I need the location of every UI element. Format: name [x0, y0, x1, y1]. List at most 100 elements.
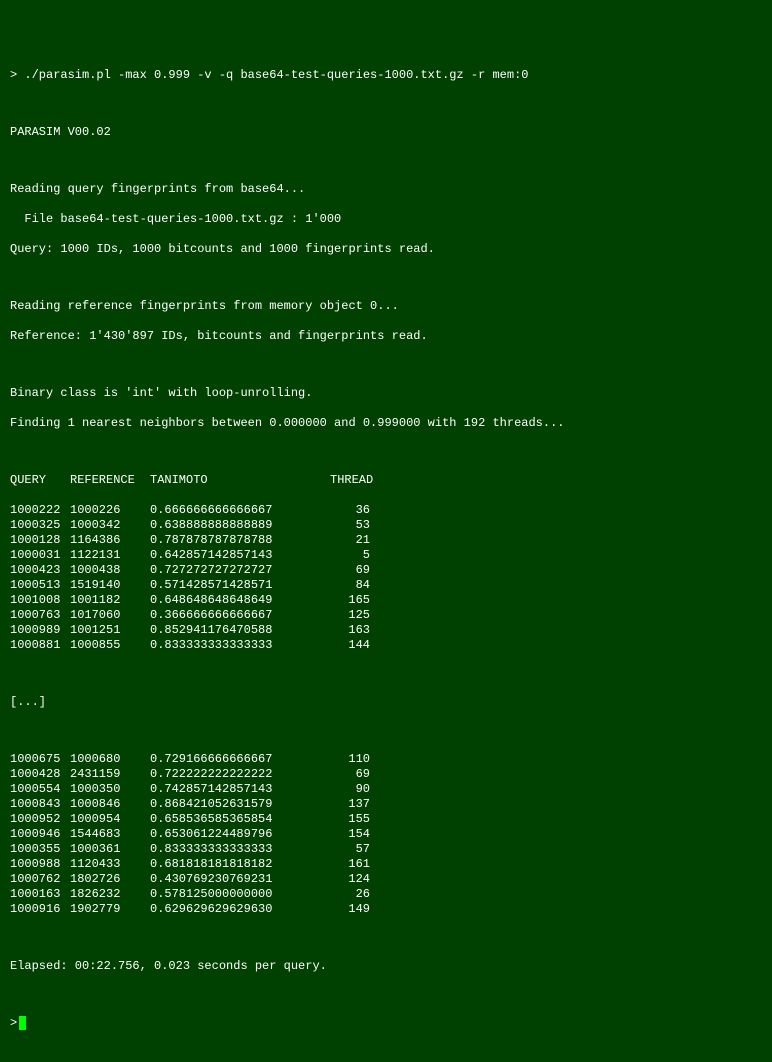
col-thread: THREAD — [330, 473, 370, 488]
cell-reference: 1519140 — [70, 578, 150, 593]
cell-thread: 137 — [330, 797, 370, 812]
status-line: Reading query fingerprints from base64..… — [10, 182, 762, 197]
cell-reference: 1000846 — [70, 797, 150, 812]
cell-reference: 1000438 — [70, 563, 150, 578]
cell-tanimoto: 0.727272727272727 — [150, 563, 330, 578]
table-body-2: 100067510006800.729166666666667110100042… — [10, 752, 762, 917]
cell-tanimoto: 0.578125000000000 — [150, 887, 330, 902]
cell-reference: 1000954 — [70, 812, 150, 827]
command-line: > ./parasim.pl -max 0.999 -v -q base64-t… — [10, 68, 762, 83]
cell-reference: 1000680 — [70, 752, 150, 767]
col-query: QUERY — [10, 473, 70, 488]
cell-tanimoto: 0.742857142857143 — [150, 782, 330, 797]
cell-thread: 161 — [330, 857, 370, 872]
cell-query: 1000163 — [10, 887, 70, 902]
table-row: 100091619027790.629629629629630149 — [10, 902, 762, 917]
cell-tanimoto: 0.833333333333333 — [150, 638, 330, 653]
cell-query: 1000128 — [10, 533, 70, 548]
cell-query: 1000428 — [10, 767, 70, 782]
table-row: 100076218027260.430769230769231124 — [10, 872, 762, 887]
cell-tanimoto: 0.658536585365854 — [150, 812, 330, 827]
cell-thread: 149 — [330, 902, 370, 917]
table-row: 100098910012510.852941176470588163 — [10, 623, 762, 638]
ellipsis: [...] — [10, 695, 762, 710]
cell-tanimoto: 0.681818181818182 — [150, 857, 330, 872]
table-row: 100100810011820.648648648648649165 — [10, 593, 762, 608]
cell-query: 1000988 — [10, 857, 70, 872]
cell-reference: 1000361 — [70, 842, 150, 857]
cell-query: 1000843 — [10, 797, 70, 812]
table-row: 100076310170600.366666666666667125 — [10, 608, 762, 623]
cell-reference: 1826232 — [70, 887, 150, 902]
cell-query: 1000513 — [10, 578, 70, 593]
table-row: 100003111221310.6428571428571435 — [10, 548, 762, 563]
cell-thread: 84 — [330, 578, 370, 593]
table-row: 100051315191400.57142857142857184 — [10, 578, 762, 593]
cell-thread: 90 — [330, 782, 370, 797]
cell-tanimoto: 0.430769230769231 — [150, 872, 330, 887]
cell-query: 1000763 — [10, 608, 70, 623]
cell-thread: 26 — [330, 887, 370, 902]
cell-tanimoto: 0.722222222222222 — [150, 767, 330, 782]
cell-tanimoto: 0.629629629629630 — [150, 902, 330, 917]
table-row: 100055410003500.74285714285714390 — [10, 782, 762, 797]
status-line: Reading reference fingerprints from memo… — [10, 299, 762, 314]
prompt[interactable]: > — [10, 1016, 26, 1030]
prompt-char: > — [10, 1016, 17, 1030]
cell-query: 1000989 — [10, 623, 70, 638]
status-line: Binary class is 'int' with loop-unrollin… — [10, 386, 762, 401]
cell-query: 1000946 — [10, 827, 70, 842]
cell-reference: 1000855 — [70, 638, 150, 653]
status-line: Finding 1 nearest neighbors between 0.00… — [10, 416, 762, 431]
cell-query: 1000675 — [10, 752, 70, 767]
version-line: PARASIM V00.02 — [10, 125, 762, 140]
cell-query: 1000031 — [10, 548, 70, 563]
table-row: 100095210009540.658536585365854155 — [10, 812, 762, 827]
cell-thread: 57 — [330, 842, 370, 857]
cell-reference: 1544683 — [70, 827, 150, 842]
table-row: 100022210002260.66666666666666736 — [10, 503, 762, 518]
cell-thread: 163 — [330, 623, 370, 638]
cell-reference: 1122131 — [70, 548, 150, 563]
cell-thread: 165 — [330, 593, 370, 608]
cell-thread: 69 — [330, 563, 370, 578]
cell-tanimoto: 0.653061224489796 — [150, 827, 330, 842]
cell-tanimoto: 0.648648648648649 — [150, 593, 330, 608]
cell-reference: 1000350 — [70, 782, 150, 797]
status-line: Query: 1000 IDs, 1000 bitcounts and 1000… — [10, 242, 762, 257]
status-line: Reference: 1'430'897 IDs, bitcounts and … — [10, 329, 762, 344]
cell-thread: 155 — [330, 812, 370, 827]
cell-reference: 1902779 — [70, 902, 150, 917]
table-row: 100098811204330.681818181818182161 — [10, 857, 762, 872]
cell-reference: 1000226 — [70, 503, 150, 518]
cell-query: 1000952 — [10, 812, 70, 827]
cell-thread: 124 — [330, 872, 370, 887]
table-row: 100042310004380.72727272727272769 — [10, 563, 762, 578]
cell-tanimoto: 0.571428571428571 — [150, 578, 330, 593]
cell-query: 1000762 — [10, 872, 70, 887]
table-row: 100012811643860.78787878787878821 — [10, 533, 762, 548]
cell-thread: 144 — [330, 638, 370, 653]
cell-thread: 5 — [330, 548, 370, 563]
cell-tanimoto: 0.366666666666667 — [150, 608, 330, 623]
cell-reference: 2431159 — [70, 767, 150, 782]
cell-tanimoto: 0.642857142857143 — [150, 548, 330, 563]
cell-thread: 154 — [330, 827, 370, 842]
table-row: 100067510006800.729166666666667110 — [10, 752, 762, 767]
table-row: 100094615446830.653061224489796154 — [10, 827, 762, 842]
cursor-icon — [19, 1016, 26, 1030]
cell-query: 1000423 — [10, 563, 70, 578]
cell-thread: 21 — [330, 533, 370, 548]
cell-tanimoto: 0.729166666666667 — [150, 752, 330, 767]
table-header: QUERY REFERENCE TANIMOTO THREAD — [10, 473, 762, 488]
cell-reference: 1001182 — [70, 593, 150, 608]
cell-reference: 1001251 — [70, 623, 150, 638]
cell-reference: 1120433 — [70, 857, 150, 872]
cell-tanimoto: 0.852941176470588 — [150, 623, 330, 638]
cell-query: 1000916 — [10, 902, 70, 917]
col-reference: REFERENCE — [70, 473, 150, 488]
cell-thread: 110 — [330, 752, 370, 767]
table-row: 100016318262320.57812500000000026 — [10, 887, 762, 902]
table-row: 100088110008550.833333333333333144 — [10, 638, 762, 653]
table-row: 100035510003610.83333333333333357 — [10, 842, 762, 857]
